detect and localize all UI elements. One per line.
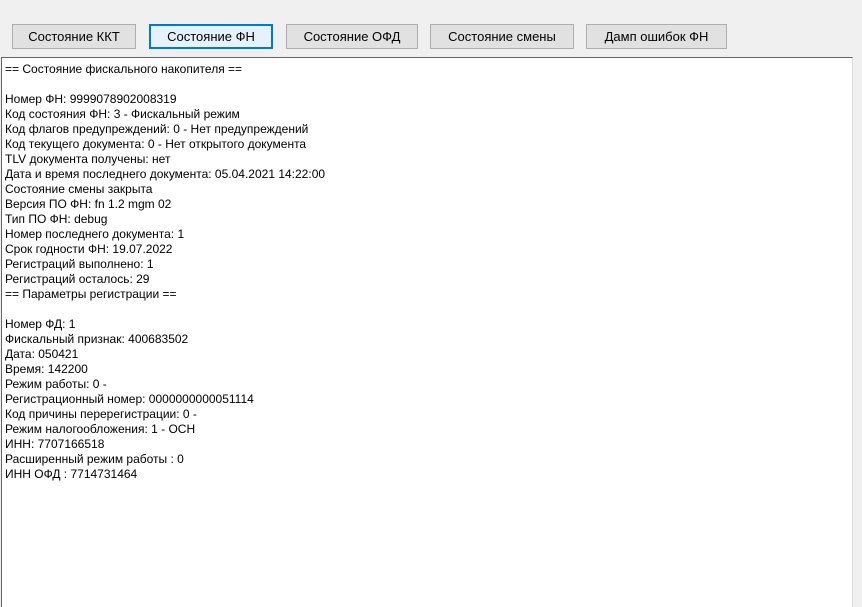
output-line: Код причины перерегистрации: 0 - [5, 407, 197, 421]
output-line: Код текущего документа: 0 - Нет открытог… [5, 137, 307, 151]
fn-status-button[interactable]: Состояние ФН [149, 24, 273, 49]
output-line: Тип ПО ФН: debug [5, 212, 108, 226]
output-line: == Состояние фискального накопителя == [5, 62, 243, 76]
output-line: == Параметры регистрации == [5, 287, 177, 301]
output-line: Версия ПО ФН: fn 1.2 mgm 02 [5, 197, 172, 211]
output-line: Расширенный режим работы : 0 [5, 452, 184, 466]
output-line: Номер последнего документа: 1 [5, 227, 185, 241]
output-line: Режим работы: 0 - [5, 377, 107, 391]
output-line: Номер ФД: 1 [5, 317, 76, 331]
output-line: ИНН ОФД : 7714731464 [5, 467, 138, 481]
output-line: Фискальный признак: 400683502 [5, 332, 189, 346]
output-line: Срок годности ФН: 19.07.2022 [5, 242, 173, 256]
output-line: Дата: 050421 [5, 347, 79, 361]
output-line: Код флагов предупреждений: 0 - Нет преду… [5, 122, 309, 136]
output-line: Режим налогообложения: 1 - ОСН [5, 422, 196, 436]
output-line: Состояние смены закрыта [5, 182, 153, 196]
output-line: Номер ФН: 9999078902008319 [5, 92, 177, 106]
shift-status-button[interactable]: Состояние смены [430, 24, 574, 49]
fn-error-dump-button[interactable]: Дамп ошибок ФН [586, 24, 727, 49]
output-line: Регистрационный номер: 0000000000051114 [5, 392, 254, 406]
output-line: Регистраций выполнено: 1 [5, 257, 154, 271]
output-line: Время: 142200 [5, 362, 88, 376]
output-text-area[interactable]: == Состояние фискального накопителя == Но… [1, 57, 853, 607]
ofd-status-button[interactable]: Состояние ОФД [286, 24, 418, 49]
kkt-status-button[interactable]: Состояние ККТ [12, 24, 136, 49]
output-line: TLV документа получены: нет [5, 152, 171, 166]
output-line: Код состояния ФН: 3 - Фискальный режим [5, 107, 240, 121]
output-line: Дата и время последнего документа: 05.04… [5, 167, 326, 181]
output-line: ИНН: 7707166518 [5, 437, 105, 451]
output-line: Регистраций осталось: 29 [5, 272, 150, 286]
